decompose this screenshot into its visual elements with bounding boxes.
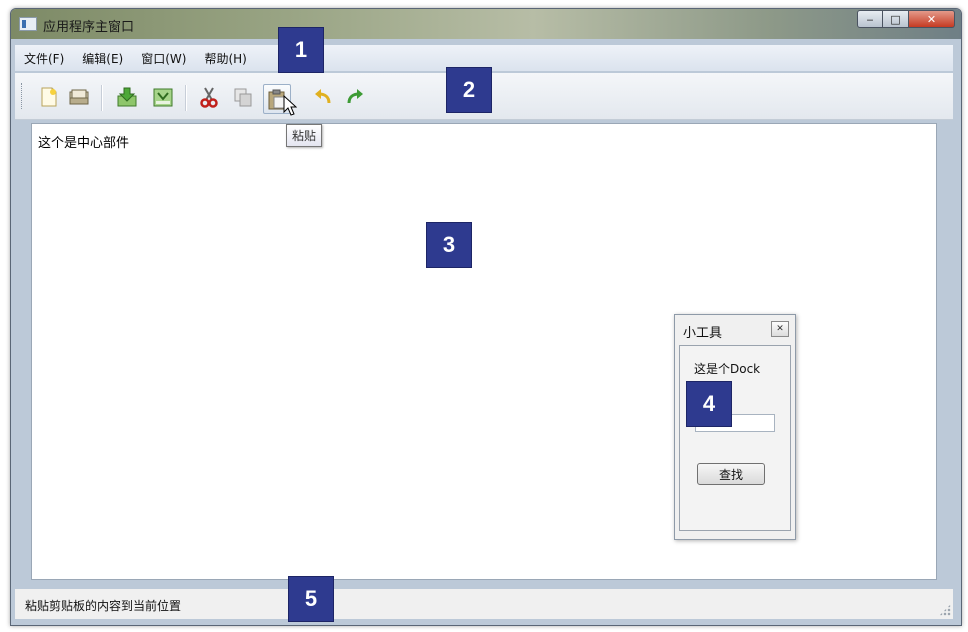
- toolbar-grip[interactable]: [21, 83, 25, 109]
- toolbar-separator: [101, 85, 102, 111]
- central-widget[interactable]: 这个是中心部件 小工具 ✕ 这是个Dock 查找: [31, 123, 937, 580]
- maximize-button[interactable]: □: [883, 10, 909, 28]
- undo-icon: [315, 89, 331, 104]
- annotation-badge-3: 3: [426, 222, 472, 268]
- annotation-badge-5: 5: [288, 576, 334, 622]
- window-title: 应用程序主窗口: [43, 20, 135, 35]
- save-button[interactable]: [115, 85, 139, 109]
- annotation-badge-4: 4: [686, 381, 732, 427]
- dock-title[interactable]: 小工具: [683, 322, 722, 341]
- annotation-badge-2: 2: [446, 67, 492, 113]
- dock-label: 这是个Dock: [694, 362, 761, 376]
- redo-icon: [347, 89, 363, 104]
- annotation-badge-1: 1: [278, 27, 324, 73]
- new-file-icon: [41, 87, 57, 107]
- undo-button[interactable]: [311, 85, 335, 109]
- status-bar: 粘贴剪贴板的内容到当前位置: [15, 589, 953, 619]
- save-icon: [117, 87, 137, 107]
- central-widget-text: 这个是中心部件: [38, 136, 130, 151]
- open-folder-icon: [69, 89, 89, 105]
- paste-tooltip: 粘贴: [286, 124, 323, 147]
- new-file-button[interactable]: [37, 85, 61, 109]
- dock-widget: 小工具 ✕ 这是个Dock 查找: [674, 314, 796, 540]
- copy-icon: [234, 88, 252, 107]
- app-icon: [19, 17, 37, 31]
- save-as-icon: [153, 88, 173, 107]
- dock-close-button[interactable]: ✕: [771, 321, 789, 337]
- open-button[interactable]: [67, 85, 91, 109]
- close-button[interactable]: ✕: [909, 10, 955, 28]
- status-text: 粘贴剪贴板的内容到当前位置: [25, 599, 182, 613]
- size-grip[interactable]: [939, 604, 951, 616]
- toolbar-separator: [185, 85, 186, 111]
- save-as-button[interactable]: [151, 85, 175, 109]
- menu-edit[interactable]: 编辑(E): [73, 50, 132, 67]
- cut-button[interactable]: [197, 85, 221, 109]
- cut-icon: [200, 87, 218, 108]
- redo-button[interactable]: [343, 85, 367, 109]
- find-button[interactable]: 查找: [697, 463, 765, 485]
- copy-button[interactable]: [231, 85, 255, 109]
- close-icon: ✕: [776, 324, 784, 334]
- mouse-cursor-icon: [283, 95, 297, 116]
- menu-help[interactable]: 帮助(H): [195, 50, 255, 67]
- minimize-button[interactable]: ‒: [857, 10, 883, 28]
- window-controls: ‒ □ ✕: [857, 10, 955, 30]
- title-bar[interactable]: 应用程序主窗口 ‒ □ ✕: [11, 9, 961, 39]
- dock-body: 这是个Dock 查找: [679, 345, 791, 531]
- menu-file[interactable]: 文件(F): [15, 50, 73, 67]
- menu-window[interactable]: 窗口(W): [132, 50, 195, 67]
